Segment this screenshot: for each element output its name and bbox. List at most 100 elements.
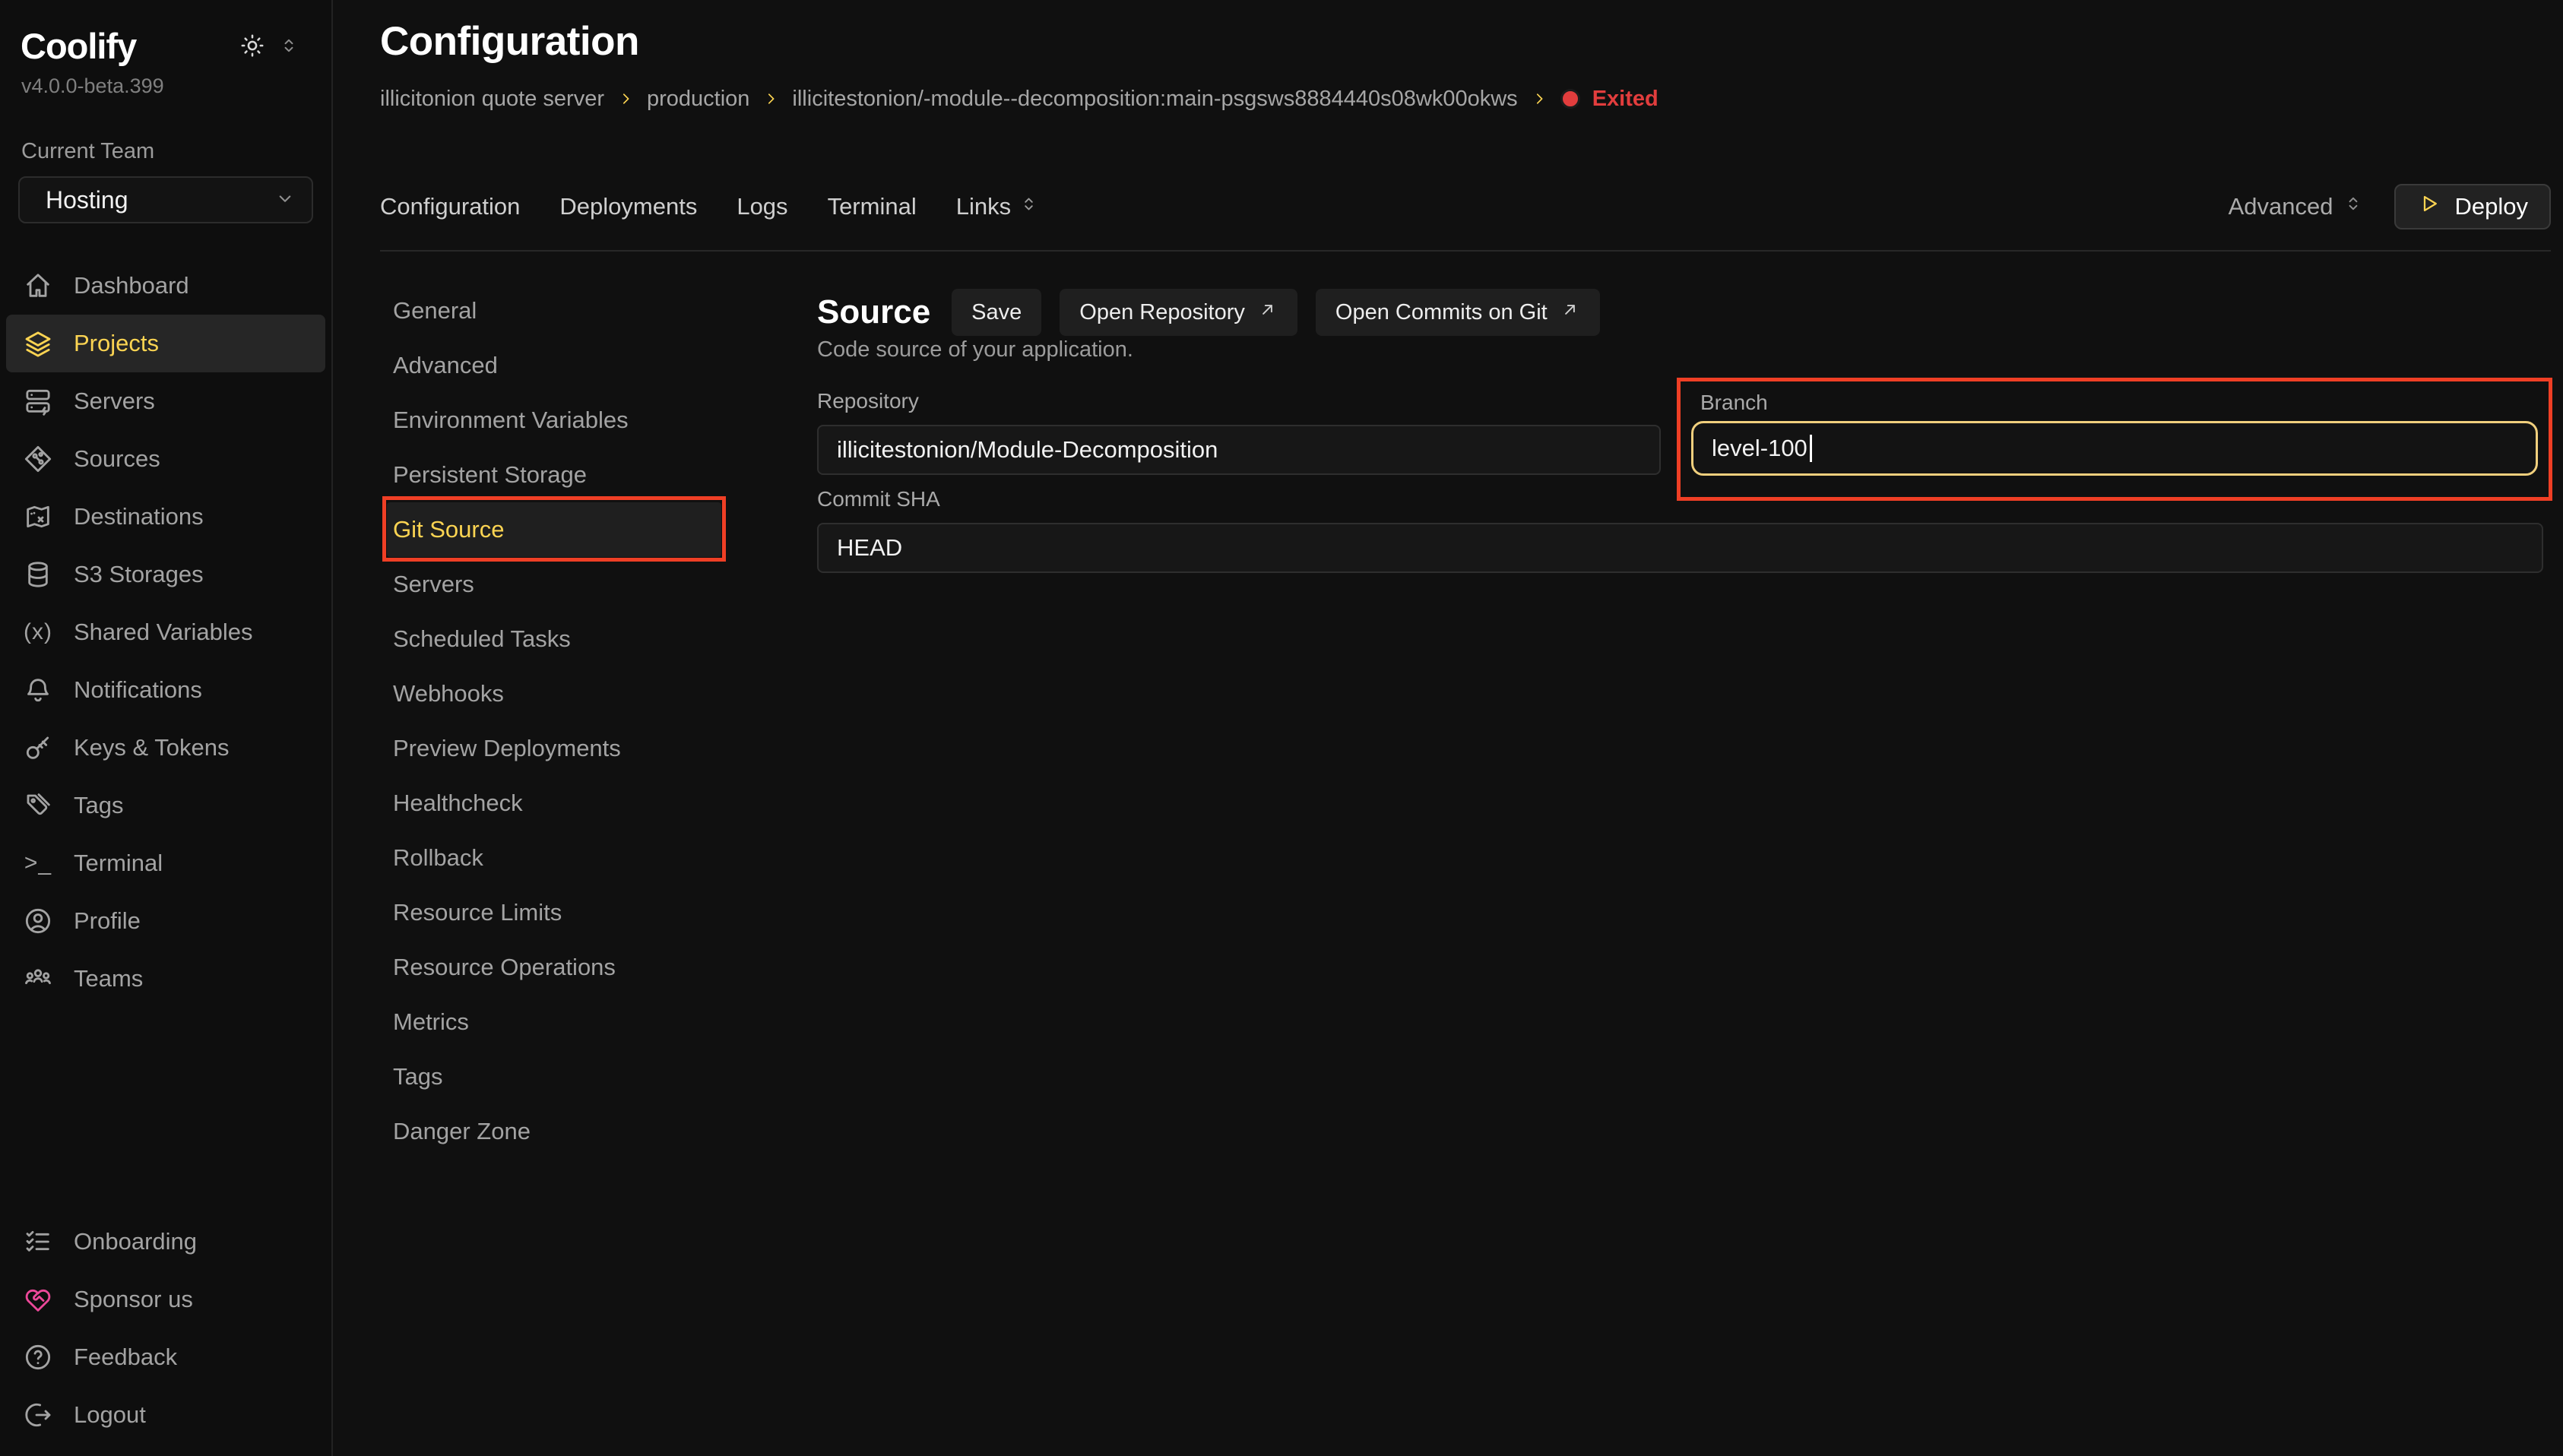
sidebar-item-label: Onboarding: [74, 1228, 197, 1255]
subnav-item-danger-zone[interactable]: Danger Zone: [387, 1104, 721, 1159]
subnav-item-metrics[interactable]: Metrics: [387, 995, 721, 1049]
breadcrumb-segment[interactable]: illicitestonion/-module--decomposition:m…: [792, 87, 1517, 112]
subnav-item-scheduled-tasks[interactable]: Scheduled Tasks: [387, 612, 721, 666]
sidebar-item-label: Tags: [74, 792, 123, 819]
breadcrumb-segment[interactable]: illicitonion quote server: [380, 87, 604, 112]
heart-handshake-icon: [23, 1284, 53, 1315]
subnav-item-tags[interactable]: Tags: [387, 1049, 721, 1104]
sidebar-item-label: S3 Storages: [74, 561, 204, 588]
breadcrumb-segment[interactable]: production: [647, 87, 749, 112]
breadcrumb: illicitonion quote server production illic…: [380, 85, 1659, 112]
sidebar: Coolify v4.0.0-beta.399 Current Team Hos…: [0, 0, 333, 1456]
branch-value: level-100: [1712, 435, 1807, 462]
subnav-item-label: Metrics: [393, 1008, 469, 1036]
subnav-item-label: Resource Limits: [393, 899, 562, 926]
main-area: Configuration illicitonion quote server p…: [334, 0, 2563, 1456]
tab-terminal[interactable]: Terminal: [828, 193, 917, 220]
sidebar-footer-nav: Onboarding Sponsor usFeedbackLogout: [0, 1213, 331, 1444]
subnav-item-preview-deployments[interactable]: Preview Deployments: [387, 721, 721, 776]
subnav-item-persistent-storage[interactable]: Persistent Storage: [387, 448, 721, 502]
subnav-item-resource-limits[interactable]: Resource Limits: [387, 885, 721, 940]
subnav-item-general[interactable]: General: [387, 283, 721, 338]
deploy-button[interactable]: Deploy: [2394, 184, 2552, 229]
home-icon: [23, 271, 53, 301]
commit-sha-label: Commit SHA: [817, 487, 940, 511]
repository-input[interactable]: [817, 425, 1661, 475]
advanced-label: Advanced: [2229, 193, 2333, 220]
sidebar-item-feedback[interactable]: Feedback: [6, 1328, 325, 1386]
tab-label: Links: [956, 193, 1011, 220]
deploy-label: Deploy: [2455, 193, 2529, 220]
theme-select-button[interactable]: [278, 35, 299, 59]
chevron-updown-icon: [1019, 193, 1039, 220]
subnav-item-label: Environment Variables: [393, 407, 629, 434]
advanced-dropdown[interactable]: Advanced: [2229, 193, 2364, 220]
sidebar-item-s3-storages[interactable]: S3 Storages: [6, 546, 325, 603]
sidebar-item-dashboard[interactable]: Dashboard: [6, 257, 325, 315]
subnav-item-label: Servers: [393, 571, 474, 598]
annotation-box-branch: Branch level-100: [1677, 378, 2552, 501]
tab-deployments[interactable]: Deployments: [559, 193, 697, 220]
subnav-item-healthcheck[interactable]: Healthcheck: [387, 776, 721, 831]
sidebar-item-label: Profile: [74, 907, 141, 935]
map-icon: [23, 502, 53, 532]
users-icon: [23, 964, 53, 994]
subnav-item-git-source[interactable]: Git Source: [387, 502, 721, 557]
open-repository-button[interactable]: Open Repository: [1060, 289, 1297, 336]
theme-controls: [239, 32, 299, 62]
subnav-item-label: Healthcheck: [393, 790, 523, 817]
sidebar-item-tags[interactable]: Tags: [6, 777, 325, 834]
sidebar-item-label: Shared Variables: [74, 619, 253, 646]
chevron-down-icon: [274, 187, 296, 214]
status-badge: Exited: [1592, 87, 1659, 112]
layers-icon: [23, 328, 53, 359]
sidebar-item-sponsor-us[interactable]: Sponsor us: [6, 1271, 325, 1328]
subnav-item-label: General: [393, 297, 477, 324]
save-button[interactable]: Save: [952, 289, 1041, 336]
branch-input[interactable]: level-100: [1691, 421, 2538, 476]
sidebar-item-notifications[interactable]: Notifications: [6, 661, 325, 719]
team-selector-value: Hosting: [46, 186, 128, 214]
sidebar-item-servers[interactable]: Servers: [6, 372, 325, 430]
tab-logs[interactable]: Logs: [737, 193, 787, 220]
theme-toggle-button[interactable]: [239, 32, 266, 62]
sidebar-item-logout[interactable]: Logout: [6, 1386, 325, 1444]
subnav-item-resource-operations[interactable]: Resource Operations: [387, 940, 721, 995]
status-dot: [1560, 89, 1580, 109]
sidebar-item-profile[interactable]: Profile: [6, 892, 325, 950]
bell-icon: [23, 675, 53, 705]
chevron-right-icon: [1530, 90, 1548, 108]
external-link-icon: [1257, 299, 1278, 326]
tab-configuration[interactable]: Configuration: [380, 193, 520, 220]
open-commits-button[interactable]: Open Commits on Git: [1316, 289, 1600, 336]
chevron-updown-icon: [278, 35, 299, 59]
subnav-item-webhooks[interactable]: Webhooks: [387, 666, 721, 721]
sidebar-item-destinations[interactable]: Destinations: [6, 488, 325, 546]
sidebar-item-keys-tokens[interactable]: Keys & Tokens: [6, 719, 325, 777]
sidebar-item-label: Teams: [74, 965, 143, 992]
commit-sha-input[interactable]: [817, 523, 2543, 573]
subnav-item-environment-variables[interactable]: Environment Variables: [387, 393, 721, 448]
tab-links[interactable]: Links: [956, 193, 1039, 220]
source-description: Code source of your application.: [817, 337, 1133, 362]
open-commits-label: Open Commits on Git: [1335, 300, 1548, 325]
tab-label: Deployments: [559, 193, 697, 220]
subnav-item-label: Preview Deployments: [393, 735, 621, 762]
sidebar-item-teams[interactable]: Teams: [6, 950, 325, 1008]
sidebar-item-label: Destinations: [74, 503, 204, 530]
subnav-item-servers[interactable]: Servers: [387, 557, 721, 612]
sidebar-item-shared-variables[interactable]: (x)Shared Variables: [6, 603, 325, 661]
sidebar-item-sources[interactable]: Sources: [6, 430, 325, 488]
sidebar-item-label: Notifications: [74, 676, 202, 704]
sidebar-item-label: Sources: [74, 445, 160, 473]
sidebar-item-label: Dashboard: [74, 272, 189, 299]
tags-icon: [23, 790, 53, 821]
team-selector[interactable]: Hosting: [18, 176, 313, 223]
subnav-item-advanced[interactable]: Advanced: [387, 338, 721, 393]
sidebar-item-onboarding[interactable]: Onboarding: [6, 1213, 325, 1271]
user-circle-icon: [23, 906, 53, 936]
subnav-item-rollback[interactable]: Rollback: [387, 831, 721, 885]
sidebar-item-terminal[interactable]: >_Terminal: [6, 834, 325, 892]
subnav-item-label: Scheduled Tasks: [393, 625, 571, 653]
sidebar-item-projects[interactable]: Projects: [6, 315, 325, 372]
